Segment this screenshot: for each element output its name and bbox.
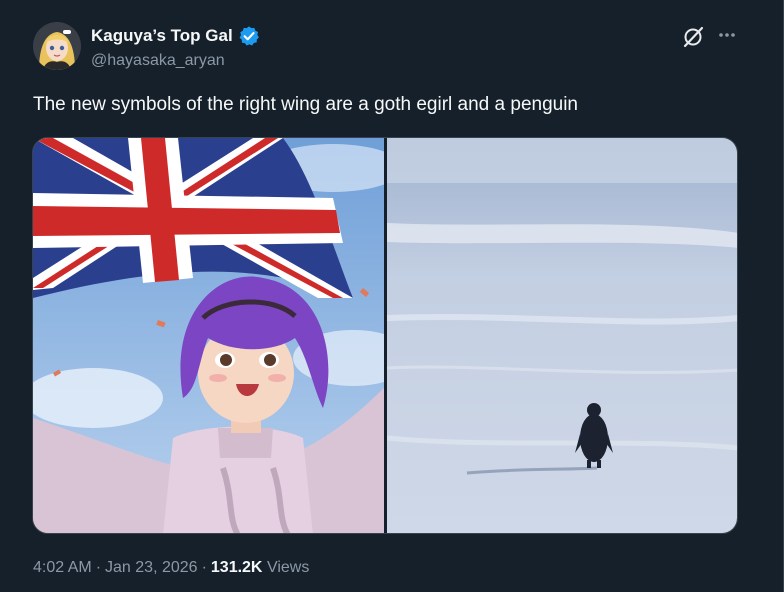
- more-options-icon[interactable]: [712, 20, 742, 50]
- author-handle[interactable]: @hayasaka_aryan: [91, 52, 225, 70]
- tweet-time[interactable]: 4:02 AM: [33, 559, 92, 576]
- grok-icon[interactable]: [681, 25, 705, 49]
- tweet-card: Kaguya’s Top Gal @hayasaka_aryan The new…: [0, 0, 784, 592]
- views-count[interactable]: 131.2K: [211, 559, 263, 576]
- tweet-meta: 4:02 AM · Jan 23, 2026 · 131.2K Views: [33, 559, 309, 577]
- avatar[interactable]: [33, 22, 81, 70]
- tweet-date[interactable]: Jan 23, 2026: [105, 559, 198, 576]
- author-name-row[interactable]: Kaguya’s Top Gal: [91, 25, 260, 47]
- tweet-text: The new symbols of the right wing are a …: [33, 94, 578, 115]
- media-grid: [32, 137, 738, 534]
- meta-separator: ·: [95, 559, 102, 576]
- media-image-anime-girl[interactable]: [33, 138, 384, 533]
- verified-badge-icon[interactable]: [238, 25, 260, 47]
- views-label[interactable]: Views: [267, 559, 309, 576]
- media-image-penguin[interactable]: [387, 138, 737, 533]
- author-display-name[interactable]: Kaguya’s Top Gal: [91, 26, 233, 46]
- meta-separator-2: ·: [201, 559, 207, 576]
